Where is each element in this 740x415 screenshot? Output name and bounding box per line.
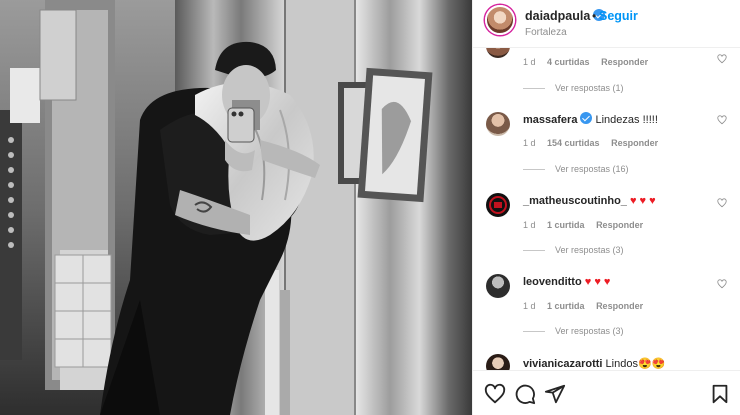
post-header: daiadpaula • Seguir Fortaleza xyxy=(473,0,740,48)
view-replies-button[interactable]: Ver respostas (16) xyxy=(523,164,629,174)
red-logo-icon xyxy=(489,196,507,214)
small-heart-icon[interactable] xyxy=(717,54,727,64)
replies-divider xyxy=(523,169,545,171)
author-username-text[interactable]: daiadpaula xyxy=(525,9,590,23)
view-replies-button[interactable]: Ver respostas (3) xyxy=(523,245,624,255)
comment-meta: 1 d 4 curtidas Responder xyxy=(523,57,657,67)
avatar[interactable] xyxy=(486,274,510,298)
comment-likes[interactable]: 1 curtida xyxy=(547,301,585,311)
reply-button[interactable]: Responder xyxy=(596,301,643,311)
comment-text: _matheuscoutinho_ ♥ ♥ ♥ xyxy=(523,195,656,207)
replies-divider xyxy=(523,88,545,90)
comment-likes[interactable]: 4 curtidas xyxy=(547,57,590,67)
heart-outline-icon[interactable] xyxy=(484,383,506,405)
view-replies-label[interactable]: Ver respostas (3) xyxy=(555,326,624,336)
view-replies-button[interactable]: Ver respostas (3) xyxy=(523,326,624,336)
small-heart-icon[interactable] xyxy=(717,198,727,208)
avatar[interactable] xyxy=(486,354,510,370)
post-location[interactable]: Fortaleza xyxy=(525,27,567,38)
verified-badge-icon xyxy=(580,112,593,124)
replies-divider xyxy=(523,250,545,252)
comment-meta: 1 d 1 curtida Responder xyxy=(523,301,652,311)
reply-button[interactable]: Responder xyxy=(601,57,648,67)
comment-body: Lindezas !!!!! xyxy=(595,114,658,126)
send-icon[interactable] xyxy=(544,383,566,405)
comment-time[interactable]: 1 d xyxy=(523,57,536,67)
reply-button[interactable]: Responder xyxy=(596,220,643,230)
view-replies-label[interactable]: Ver respostas (3) xyxy=(555,245,624,255)
comment-username[interactable]: vivianicazarotti xyxy=(523,358,602,370)
comment-text: massafera Lindezas !!!!! xyxy=(523,112,658,126)
post-actions-bar xyxy=(473,370,740,415)
comment-username[interactable]: leovenditto xyxy=(523,276,582,288)
author-avatar[interactable] xyxy=(485,5,515,35)
avatar[interactable] xyxy=(486,112,510,136)
view-replies-label[interactable]: Ver respostas (1) xyxy=(555,83,624,93)
bookmark-icon[interactable] xyxy=(709,383,731,405)
view-replies-label[interactable]: Ver respostas (16) xyxy=(555,164,629,174)
comment-body: ♥ ♥ ♥ xyxy=(584,276,611,288)
elevator-mirror-photo xyxy=(0,0,472,415)
replies-divider xyxy=(523,331,545,333)
comment-time[interactable]: 1 d xyxy=(523,138,536,148)
comment-text: leovenditto ♥ ♥ ♥ xyxy=(523,276,610,288)
comment-username[interactable]: massafera xyxy=(523,114,577,126)
comment-body: Lindos😍😍 xyxy=(605,358,666,370)
comment-time[interactable]: 1 d xyxy=(523,301,536,311)
comment-bubble-icon[interactable] xyxy=(514,383,536,405)
small-heart-icon[interactable] xyxy=(717,279,727,289)
comment-meta: 1 d 1 curtida Responder xyxy=(523,220,652,230)
comment-body: ♥ ♥ ♥ xyxy=(629,195,656,207)
post-photo[interactable] xyxy=(0,0,472,415)
comment-text: vivianicazarotti Lindos😍😍 xyxy=(523,357,665,370)
small-heart-icon[interactable] xyxy=(717,115,727,125)
post-sidebar: daiadpaula • Seguir Fortaleza 1 d 4 curt… xyxy=(472,0,740,415)
comment-time[interactable]: 1 d xyxy=(523,220,536,230)
comment-meta: 1 d 154 curtidas Responder xyxy=(523,138,667,148)
avatar[interactable] xyxy=(486,193,510,217)
comments-list[interactable]: 1 d 4 curtidas Responder Ver respostas (… xyxy=(473,48,740,370)
follow-button[interactable]: Seguir xyxy=(599,9,638,23)
avatar[interactable] xyxy=(486,48,510,58)
comment-likes[interactable]: 1 curtida xyxy=(547,220,585,230)
reply-button[interactable]: Responder xyxy=(611,138,658,148)
header-separator: • xyxy=(592,9,597,23)
comment-likes[interactable]: 154 curtidas xyxy=(547,138,600,148)
comment-username[interactable]: _matheuscoutinho_ xyxy=(523,195,627,207)
view-replies-button[interactable]: Ver respostas (1) xyxy=(523,83,624,93)
